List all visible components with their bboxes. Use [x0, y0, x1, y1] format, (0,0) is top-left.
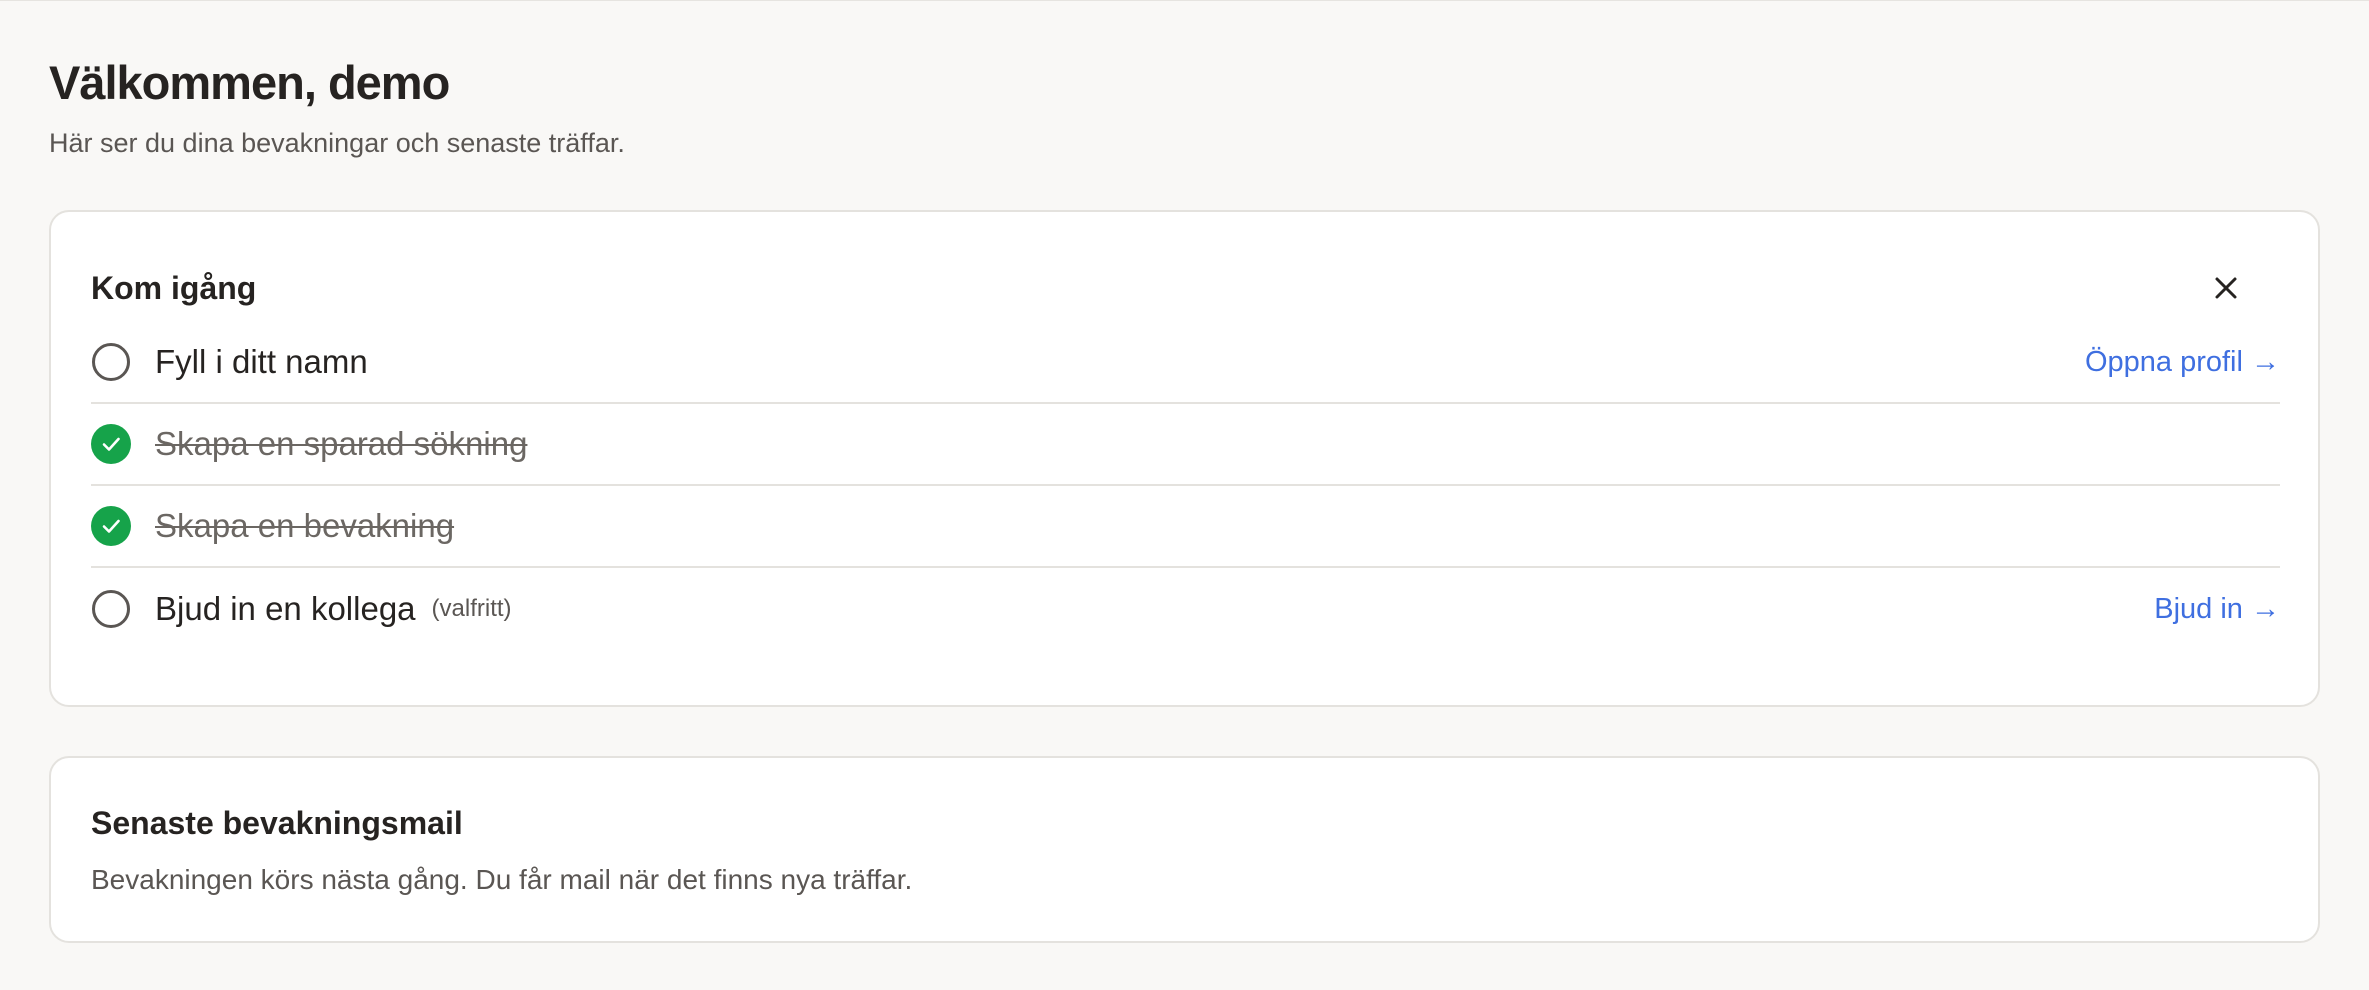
- checklist-item-invite: Bjud in en kollega (valfritt) Bjud in →: [91, 568, 2280, 650]
- checklist-item-label: Skapa en sparad sökning: [155, 425, 528, 462]
- page-title: Välkommen, demo: [49, 56, 450, 109]
- checklist-item-watch: Skapa en bevakning: [91, 486, 2280, 568]
- checklist-item-label: Skapa en bevakning: [155, 507, 455, 544]
- unchecked-circle-icon: [91, 589, 131, 629]
- invite-link[interactable]: Bjud in →: [2154, 589, 2280, 629]
- checklist-item-label: Fyll i ditt namn: [155, 343, 368, 380]
- latest-mail-card: Senaste bevakningsmail Bevakningen körs …: [49, 756, 2320, 943]
- page-subtitle: Här ser du dina bevakningar och senaste …: [49, 128, 625, 158]
- check-circle-icon: [91, 506, 131, 546]
- checklist-item-saved-search: Skapa en sparad sökning: [91, 404, 2280, 486]
- close-button[interactable]: [2206, 268, 2246, 308]
- latest-mail-text: Bevakningen körs nästa gång. Du får mail…: [91, 864, 913, 895]
- onboarding-title: Kom igång: [91, 270, 257, 306]
- unchecked-circle-icon: [91, 342, 131, 382]
- checklist-item-name: Fyll i ditt namn Öppna profil →: [91, 322, 2280, 404]
- checklist-item-label: Bjud in en kollega: [155, 590, 416, 627]
- optional-note: (valfritt): [431, 595, 512, 622]
- check-circle-icon: [91, 424, 131, 464]
- latest-mail-title: Senaste bevakningsmail: [91, 805, 463, 841]
- onboarding-checklist: Fyll i ditt namn Öppna profil → Skapa en…: [91, 322, 2280, 650]
- close-icon: [2215, 277, 2237, 299]
- onboarding-card: Kom igång Fyll i ditt namn Öppna profil …: [49, 210, 2320, 707]
- open-profile-link[interactable]: Öppna profil →: [2085, 342, 2280, 382]
